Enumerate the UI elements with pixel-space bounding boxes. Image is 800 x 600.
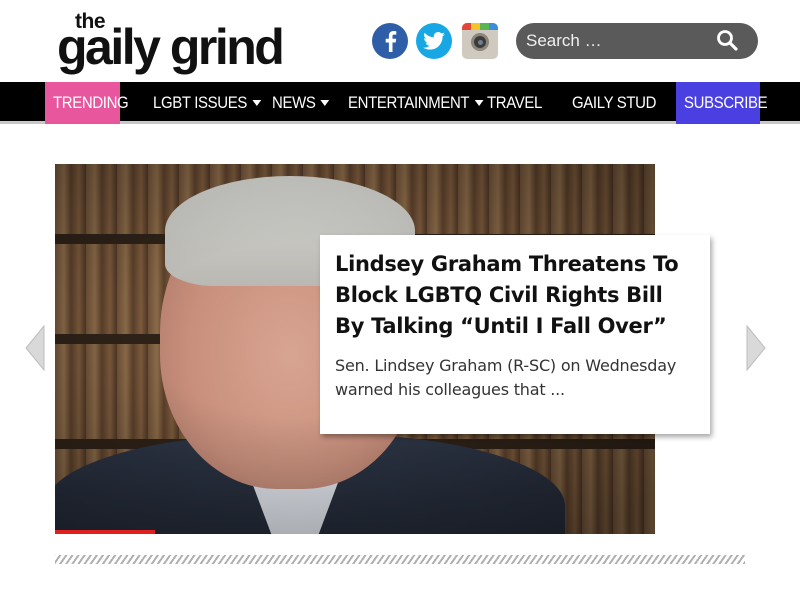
featured-title[interactable]: Lindsey Graham Threatens To Block LGBTQ …	[335, 249, 694, 342]
nav-subscribe-label: SUBSCRIBE	[684, 93, 768, 112]
nav-entertainment-label: ENTERTAINMENT	[348, 93, 470, 112]
logo-main-text: gaily grind	[57, 19, 285, 75]
nav-news-label: NEWS	[272, 93, 316, 112]
chevron-right-icon[interactable]	[746, 324, 766, 372]
featured-caption-card: Lindsey Graham Threatens To Block LGBTQ …	[320, 235, 710, 434]
caret-down-icon	[320, 100, 330, 106]
caret-down-icon	[252, 100, 262, 106]
nav-subscribe[interactable]: SUBSCRIBE	[684, 82, 768, 124]
nav-gaily-stud-label: GAILY STUD	[572, 93, 657, 112]
chevron-left-icon[interactable]	[25, 324, 45, 372]
nav-trending[interactable]: TRENDING	[53, 82, 129, 124]
nav-travel-label: TRAVEL	[487, 93, 542, 112]
site-logo[interactable]: the gaily grind	[57, 8, 302, 75]
search-icon[interactable]	[716, 29, 740, 53]
nav-lgbt-issues-label: LGBT ISSUES	[153, 93, 247, 112]
hatched-divider	[55, 555, 745, 564]
site-header: the gaily grind	[0, 0, 800, 82]
red-strip	[55, 530, 155, 534]
search-box	[516, 23, 758, 59]
instagram-icon[interactable]	[462, 23, 498, 59]
nav-lgbt-issues[interactable]: LGBT ISSUES	[153, 82, 262, 124]
instagram-stripe	[462, 23, 498, 30]
featured-excerpt: Sen. Lindsey Graham (R-SC) on Wednesday …	[335, 356, 677, 399]
nav-news[interactable]: NEWS	[272, 82, 330, 124]
caret-down-icon	[474, 100, 484, 106]
search-input[interactable]	[526, 27, 706, 55]
nav-gaily-stud[interactable]: GAILY STUD	[572, 82, 656, 124]
instagram-lens	[471, 33, 489, 51]
nav-travel[interactable]: TRAVEL	[487, 82, 542, 124]
facebook-icon[interactable]	[372, 23, 408, 59]
nav-trending-label: TRENDING	[53, 93, 129, 112]
nav-entertainment[interactable]: ENTERTAINMENT	[348, 82, 484, 124]
main-nav: TRENDING LGBT ISSUES NEWS ENTERTAINMENT …	[0, 82, 800, 124]
twitter-icon[interactable]	[416, 23, 452, 59]
